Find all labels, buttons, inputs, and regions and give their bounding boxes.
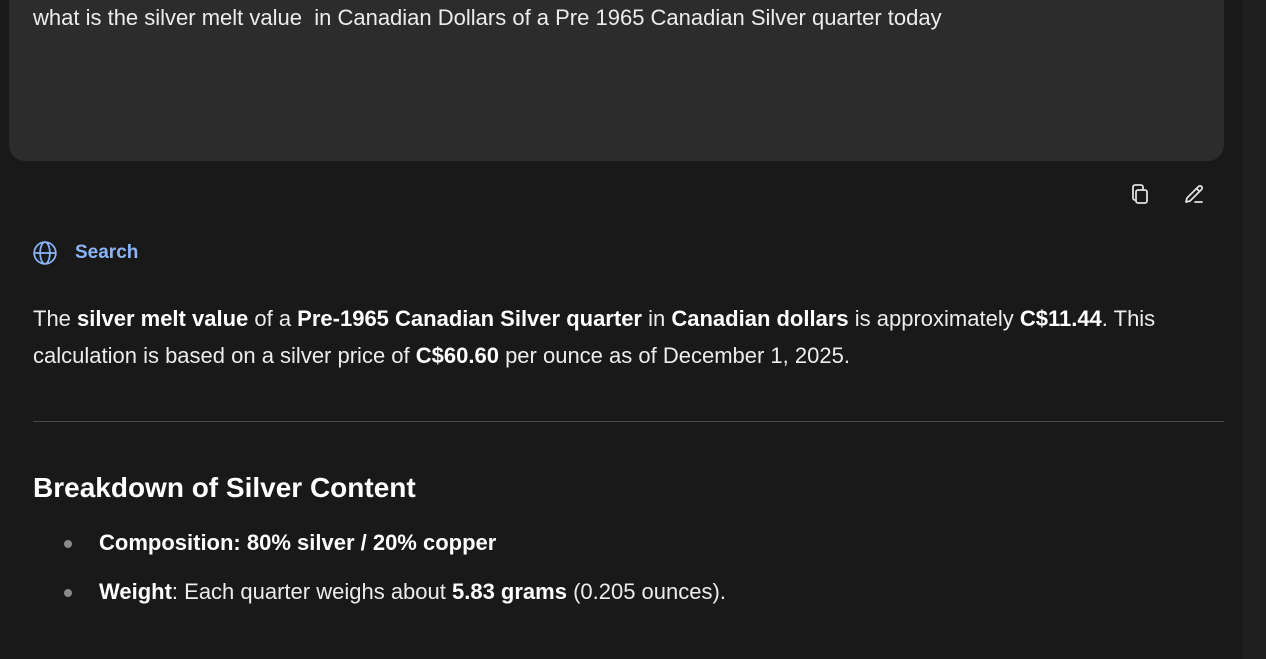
composition-text: Composition: 80% silver / 20% copper [99,530,497,555]
bullet-dot [64,589,72,597]
bullet-list: Composition: 80% silver / 20% copper Wei… [63,526,726,624]
answer-text: per ounce as of December 1, 2025. [498,343,850,368]
answer-bold: Pre-1965 Canadian Silver quarter [297,306,642,331]
user-prompt-bubble: what is the silver melt value in Canadia… [9,0,1224,161]
section-heading: Breakdown of Silver Content [33,472,416,503]
list-item: Composition: 80% silver / 20% copper [63,526,726,560]
scrollbar-track[interactable] [1242,0,1266,659]
answer-text: is approximately [848,306,1020,331]
prompt-actions [1126,178,1208,210]
answer-text: in [642,306,672,331]
globe-icon [33,241,57,265]
search-label: Search [75,242,139,263]
list-item: Weight: Each quarter weighs about 5.83 g… [63,575,726,609]
answer-paragraph: The silver melt value of a Pre-1965 Cana… [33,300,1228,374]
copy-icon [1132,184,1148,204]
weight-grams: 5.83 grams [451,579,567,604]
melt-value: C$11.44 [1019,306,1102,331]
pencil-icon [1185,185,1203,203]
answer-bold: Canadian dollars [671,306,849,331]
weight-ounces: (0.205 ounces). [566,579,726,604]
silver-price: C$60.60 [415,343,499,368]
chat-page: what is the silver melt value in Canadia… [0,0,1266,659]
user-prompt-text: what is the silver melt value in Canadia… [33,5,942,30]
answer-text: The [33,306,78,331]
bullet-dot [64,540,72,548]
weight-label: Weight [99,579,172,604]
weight-text: : Each quarter weighs about [171,579,452,604]
copy-prompt-button[interactable] [1126,178,1154,210]
answer-text: of a [248,306,298,331]
section-divider [33,421,1224,422]
search-source-chip[interactable]: Search [32,240,138,266]
edit-prompt-button[interactable] [1180,178,1208,210]
answer-bold: silver melt value [77,306,249,331]
